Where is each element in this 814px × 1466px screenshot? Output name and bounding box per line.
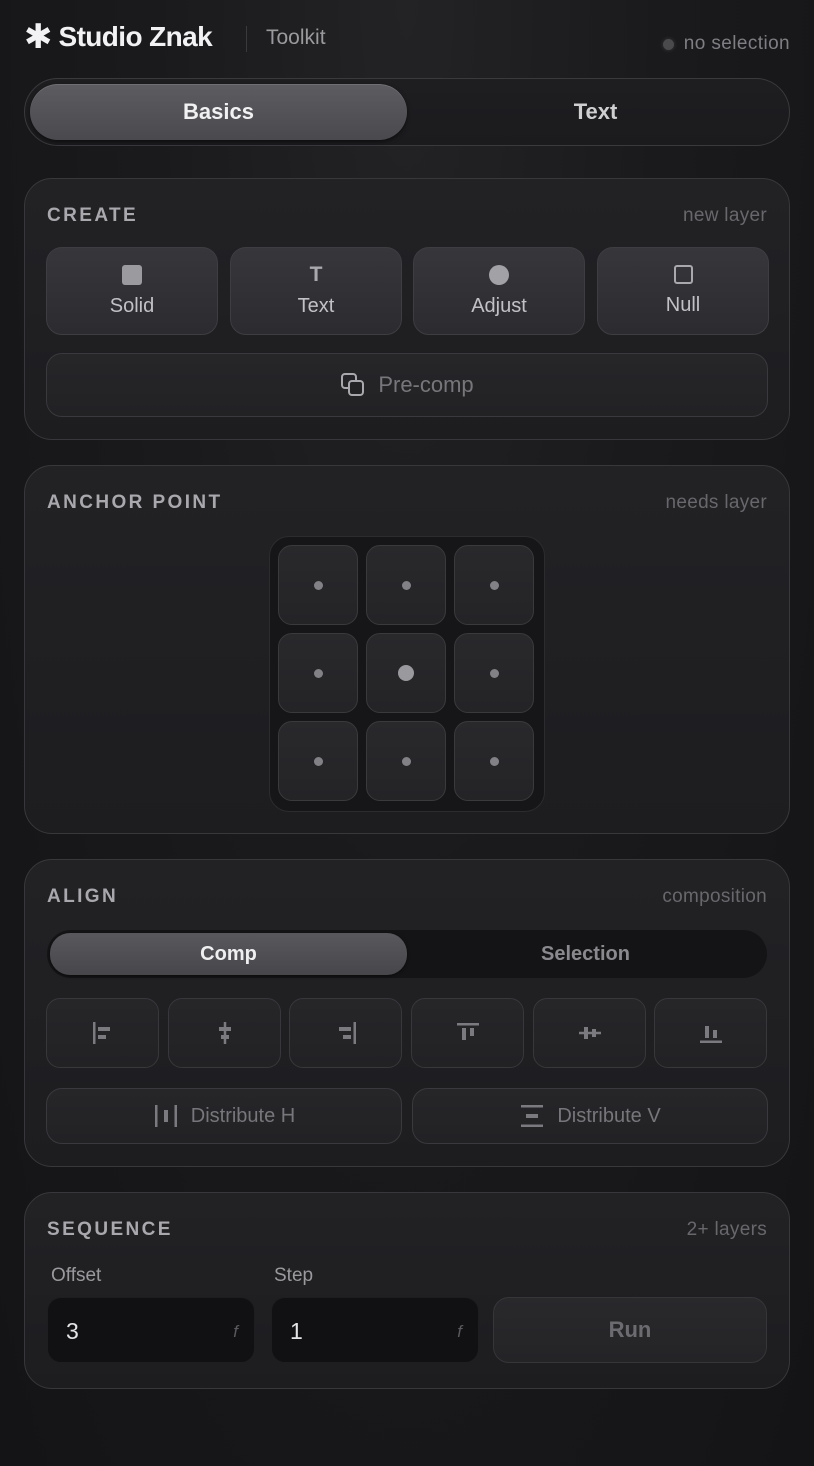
status-dot-icon xyxy=(662,38,674,50)
step-field[interactable]: 1 f xyxy=(271,1297,479,1363)
dot-icon xyxy=(313,668,323,678)
asterisk-logo-icon: ✱ xyxy=(24,18,53,56)
sequence-note: 2+ layers xyxy=(686,1219,767,1240)
sequence-card: SEQUENCE 2+ layers Offset 3 f Step 1 f R… xyxy=(24,1192,790,1389)
align-mode-toggle: Comp Selection xyxy=(47,930,767,978)
header-divider xyxy=(246,26,247,52)
distribute-h-icon xyxy=(154,1105,177,1127)
create-text-button[interactable]: T Text xyxy=(230,247,402,335)
create-text-label: Text xyxy=(297,294,335,317)
create-adjust-label: Adjust xyxy=(471,294,527,317)
logo: ✱ Studio Znak xyxy=(24,18,213,56)
step-label: Step xyxy=(274,1265,314,1286)
offset-field[interactable]: 3 f xyxy=(47,1297,255,1363)
anchor-bottom-right[interactable] xyxy=(454,721,534,801)
anchor-title: ANCHOR POINT xyxy=(47,492,223,513)
dot-icon xyxy=(313,756,323,766)
dot-icon xyxy=(313,580,323,590)
align-top-icon xyxy=(456,1023,479,1040)
brand-name: Studio Znak xyxy=(58,21,213,52)
text-t-icon: T xyxy=(309,262,323,286)
status-text: no selection xyxy=(683,33,790,54)
tab-text[interactable]: Text xyxy=(407,84,784,140)
create-card: CREATE new layer Solid T Text Adjust Nul… xyxy=(24,178,790,440)
align-title: ALIGN xyxy=(47,886,119,907)
align-right-button[interactable] xyxy=(289,998,402,1068)
dot-icon xyxy=(489,668,499,678)
align-right-icon xyxy=(338,1022,356,1044)
distribute-v-icon xyxy=(521,1105,544,1127)
selection-status: no selection xyxy=(662,33,790,55)
dot-icon xyxy=(489,756,499,766)
create-adjust-button[interactable]: Adjust xyxy=(413,247,585,335)
align-mode-selection[interactable]: Selection xyxy=(407,933,764,975)
anchor-bottom-center[interactable] xyxy=(366,721,446,801)
dot-icon xyxy=(401,756,411,766)
anchor-top-center[interactable] xyxy=(366,545,446,625)
step-unit: f xyxy=(457,1322,462,1341)
align-left-icon xyxy=(92,1022,110,1044)
align-bottom-icon xyxy=(699,1026,722,1043)
anchor-card: ANCHOR POINT needs layer xyxy=(24,465,790,834)
square-filled-icon xyxy=(122,264,142,285)
precomp-button[interactable]: Pre-comp xyxy=(46,353,768,417)
circle-filled-icon xyxy=(489,264,509,285)
align-center-h-icon xyxy=(218,1022,231,1044)
sequence-title: SEQUENCE xyxy=(47,1219,173,1240)
create-solid-label: Solid xyxy=(109,294,155,317)
create-title: CREATE xyxy=(47,205,139,226)
create-solid-button[interactable]: Solid xyxy=(46,247,218,335)
anchor-note: needs layer xyxy=(665,492,767,513)
anchor-top-left[interactable] xyxy=(278,545,358,625)
align-bottom-button[interactable] xyxy=(654,998,767,1068)
align-middle-v-icon xyxy=(578,1027,601,1039)
dot-icon xyxy=(401,580,411,590)
create-null-label: Null xyxy=(665,294,701,316)
precomp-icon xyxy=(341,373,365,396)
step-value: 1 xyxy=(290,1318,303,1344)
dot-large-icon xyxy=(398,665,414,681)
main-tabs: Basics Text xyxy=(24,78,790,146)
precomp-label: Pre-comp xyxy=(378,372,474,397)
anchor-center[interactable] xyxy=(366,633,446,713)
distribute-h-label: Distribute H xyxy=(190,1104,296,1127)
anchor-middle-left[interactable] xyxy=(278,633,358,713)
app-subtitle: Toolkit xyxy=(266,26,326,49)
align-left-button[interactable] xyxy=(46,998,159,1068)
run-button[interactable]: Run xyxy=(493,1297,767,1363)
create-note: new layer xyxy=(682,205,767,226)
offset-value: 3 xyxy=(66,1318,79,1344)
anchor-top-right[interactable] xyxy=(454,545,534,625)
align-top-button[interactable] xyxy=(411,998,524,1068)
offset-label: Offset xyxy=(51,1265,102,1286)
anchor-bottom-left[interactable] xyxy=(278,721,358,801)
distribute-v-button[interactable]: Distribute V xyxy=(412,1088,768,1144)
create-null-button[interactable]: Null xyxy=(597,247,769,335)
distribute-h-button[interactable]: Distribute H xyxy=(46,1088,402,1144)
align-card: ALIGN composition Comp Selection Distrib… xyxy=(24,859,790,1167)
anchor-point-grid xyxy=(269,536,545,812)
tab-basics[interactable]: Basics xyxy=(30,84,407,140)
align-middle-v-button[interactable] xyxy=(533,998,646,1068)
square-outline-icon xyxy=(673,265,693,284)
align-center-h-button[interactable] xyxy=(168,998,281,1068)
app-header: ✱ Studio Znak Toolkit no selection xyxy=(24,18,790,58)
dot-icon xyxy=(489,580,499,590)
offset-unit: f xyxy=(233,1322,238,1341)
align-mode-comp[interactable]: Comp xyxy=(50,933,407,975)
anchor-middle-right[interactable] xyxy=(454,633,534,713)
distribute-v-label: Distribute V xyxy=(557,1104,661,1127)
align-note: composition xyxy=(662,886,767,907)
